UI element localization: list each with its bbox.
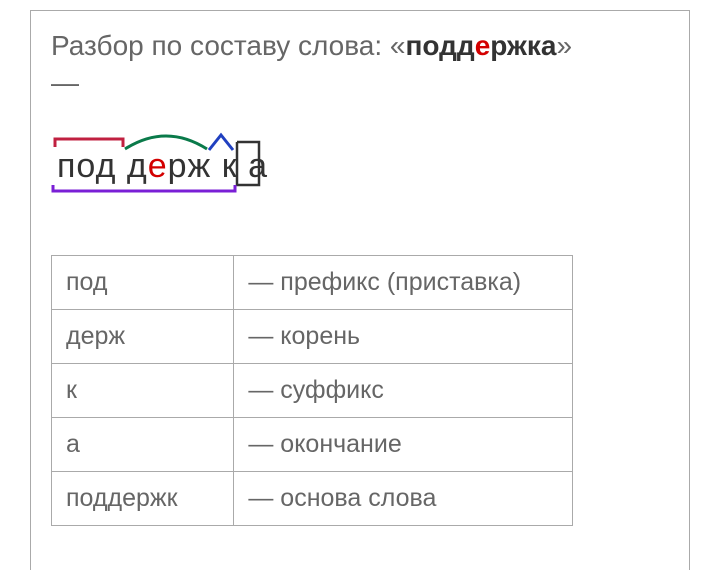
- morph-ending: а: [248, 147, 268, 185]
- morph-cell: поддержк: [52, 471, 234, 525]
- morph-cell: держ: [52, 309, 234, 363]
- table-row: к — суффикс: [52, 363, 573, 417]
- table-row: поддержк — основа слова: [52, 471, 573, 525]
- morph-cell: к: [52, 363, 234, 417]
- table-row: держ — корень: [52, 309, 573, 363]
- title-word-accent: е: [475, 30, 491, 61]
- morph-cell: под: [52, 255, 234, 309]
- morpheme-table: под — префикс (приставка) держ — корень …: [51, 255, 573, 526]
- morph-root-accent: е: [148, 147, 168, 185]
- desc-cell: — суффикс: [234, 363, 573, 417]
- analysis-card: Разбор по составу слова: «поддержка» — п…: [30, 10, 690, 570]
- morph-cell: а: [52, 417, 234, 471]
- title-suffix: »: [556, 30, 572, 61]
- title-prefix: Разбор по составу слова: «: [51, 30, 406, 61]
- desc-cell: — префикс (приставка): [234, 255, 573, 309]
- morph-root-end: рж: [168, 147, 222, 185]
- morpheme-diagram: под держ к а: [51, 127, 669, 207]
- table-row: под — префикс (приставка): [52, 255, 573, 309]
- title-line: Разбор по составу слова: «поддержка»: [51, 27, 669, 65]
- title-word-part2: ржка: [490, 30, 556, 61]
- desc-cell: — корень: [234, 309, 573, 363]
- morph-suffix: к: [222, 147, 248, 185]
- desc-cell: — основа слова: [234, 471, 573, 525]
- table-row: а — окончание: [52, 417, 573, 471]
- morph-prefix: под: [57, 147, 127, 185]
- desc-cell: — окончание: [234, 417, 573, 471]
- morph-root-start: д: [127, 147, 148, 185]
- title-word-part1: подд: [406, 30, 475, 61]
- title-dash: —: [51, 67, 669, 99]
- morpheme-word: под держ к а: [57, 147, 268, 186]
